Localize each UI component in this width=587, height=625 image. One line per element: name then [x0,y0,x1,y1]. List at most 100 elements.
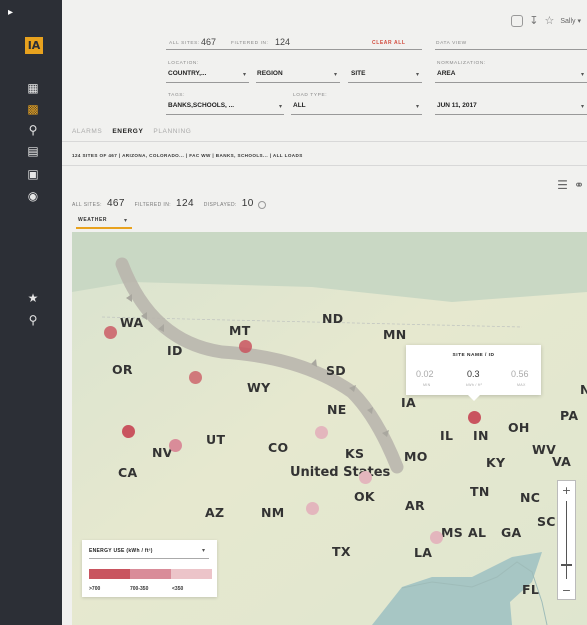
site-pin[interactable] [122,425,135,438]
chevron-down-icon: ▾ [124,218,128,224]
date-value: JUN 11, 2017 [437,102,477,109]
clipboard-icon[interactable]: ▣ [23,166,43,182]
normalization-label: NORMALIZATION: [437,61,486,66]
state-label: IL [440,428,454,443]
tags-underline [166,114,284,115]
chevron-down-icon: ▾ [243,72,247,78]
load-type-underline [291,114,422,115]
favorite-star-icon[interactable]: ☆ [544,14,554,27]
state-label: UT [206,432,226,447]
count-filtered-value: 124 [176,198,194,209]
zoom-handle[interactable] [561,564,572,566]
tab-energy[interactable]: ENERGY [112,128,143,135]
search-icon[interactable]: ⚲ [23,312,43,328]
site-tooltip: SITE NAME / ID 0.02 0.3 0.56 MIN kWh / f… [406,345,541,401]
legend-label-low: <350 [172,586,184,592]
all-sites-label: ALL SITES: [169,41,200,46]
chevron-down-icon: ▾ [334,72,338,78]
tab-planning[interactable]: PLANNING [153,128,191,135]
site-pin[interactable] [306,502,319,515]
tags-value: BANKS,SCHOOLS, ... [168,102,235,109]
chevron-down-icon: ▾ [416,72,420,78]
state-label: KS [345,446,365,461]
legend-swatch-mid [130,569,171,579]
chevron-down-icon: ▾ [416,104,420,110]
report-icon[interactable]: ▤ [23,143,43,159]
state-label: WY [247,380,271,395]
count-all-label: ALL SITES: [72,202,102,208]
state-label: NM [261,505,285,520]
site-pin[interactable] [104,326,117,339]
filter-divider [166,49,422,50]
region-value: REGION [257,70,283,77]
breadcrumb-divider [62,165,587,166]
state-label: ND [322,311,344,326]
menu-icon[interactable]: ☰ [557,178,568,192]
state-label: IN [473,428,489,443]
zoom-in-button[interactable]: + [558,484,575,497]
site-pin[interactable] [239,340,252,353]
data-view-label: DATA VIEW [436,41,467,46]
view-tabs: ALARMS ENERGY PLANNING [72,128,191,135]
state-label: SD [326,363,346,378]
state-label: NE [327,402,347,417]
tags-label: TAGS: [168,93,186,98]
state-label: AL [468,525,487,540]
state-label: SC [537,514,556,529]
zoom-out-button[interactable]: − [558,584,575,597]
tooltip-value: 0.3 [467,369,480,379]
user-menu[interactable]: Sally ▾ [560,17,581,25]
state-label: CA [118,465,138,480]
state-label: IA [401,395,416,410]
sidebar: ▸ IA ▦ ▩ ⚲ ▤ ▣ ◉ ★ ⚲ [0,0,62,625]
state-label: N [580,382,587,397]
energy-legend[interactable]: ENERGY USE (kWh / ft²) ▾ >700 700-350 <3… [82,540,217,597]
state-label: MN [383,327,407,342]
tooltip-max-label: MAX [517,383,526,387]
tooltip-title: SITE NAME / ID [452,353,495,358]
search-chart-icon[interactable]: ⚲ [23,122,43,138]
clear-all-button[interactable]: CLEAR ALL [372,40,406,46]
country-value: COUNTRY,... [168,70,207,77]
tooltip-value-label: kWh / ft² [466,383,483,387]
state-label: OR [112,362,133,377]
zoom-track[interactable] [566,501,567,579]
breadcrumb: 124 SITES OF 467 | ARIZONA, COLORADO... … [72,153,303,158]
state-label: NC [520,490,541,505]
site-pin[interactable] [315,426,328,439]
tooltip-min-value: 0.02 [416,369,434,379]
all-sites-value: 467 [201,37,217,47]
site-pin[interactable] [430,531,443,544]
site-value: SITE [351,70,366,77]
tabs-divider [62,141,587,142]
download-icon[interactable]: ↧ [529,14,538,27]
site-pin-selected[interactable] [468,411,481,424]
site-pin[interactable] [169,439,182,452]
legend-label-high: >700 [89,586,101,592]
chevron-down-icon[interactable]: ▾ [202,547,205,554]
site-counts: ALL SITES: 467 FILTERED IN: 124 DISPLAYED:… [72,198,266,209]
site-pin[interactable] [189,371,202,384]
globe-icon[interactable]: ⚭ [574,178,584,192]
chart-icon[interactable]: ▩ [23,101,43,117]
state-label: TN [470,484,490,499]
tab-alarms[interactable]: ALARMS [72,128,102,135]
state-label: TX [332,544,351,559]
dashboard-icon[interactable]: ▦ [23,80,43,96]
settings-icon[interactable]: ◉ [23,188,43,204]
copy-icon[interactable] [511,14,524,27]
weather-underline [76,227,132,229]
legend-label-mid: 700-350 [130,586,149,592]
legend-title: ENERGY USE (kWh / ft²) [89,548,153,554]
state-label: AR [405,498,425,513]
state-label: OK [354,489,375,504]
site-underline [348,82,422,83]
site-pin[interactable] [359,471,372,484]
normalization-underline [435,82,587,83]
star-icon[interactable]: ★ [23,290,43,306]
expand-arrow-icon[interactable]: ▸ [8,7,13,18]
info-icon[interactable] [257,200,266,209]
state-label: KY [486,455,506,470]
state-label: MO [404,449,428,464]
region-underline [256,82,340,83]
